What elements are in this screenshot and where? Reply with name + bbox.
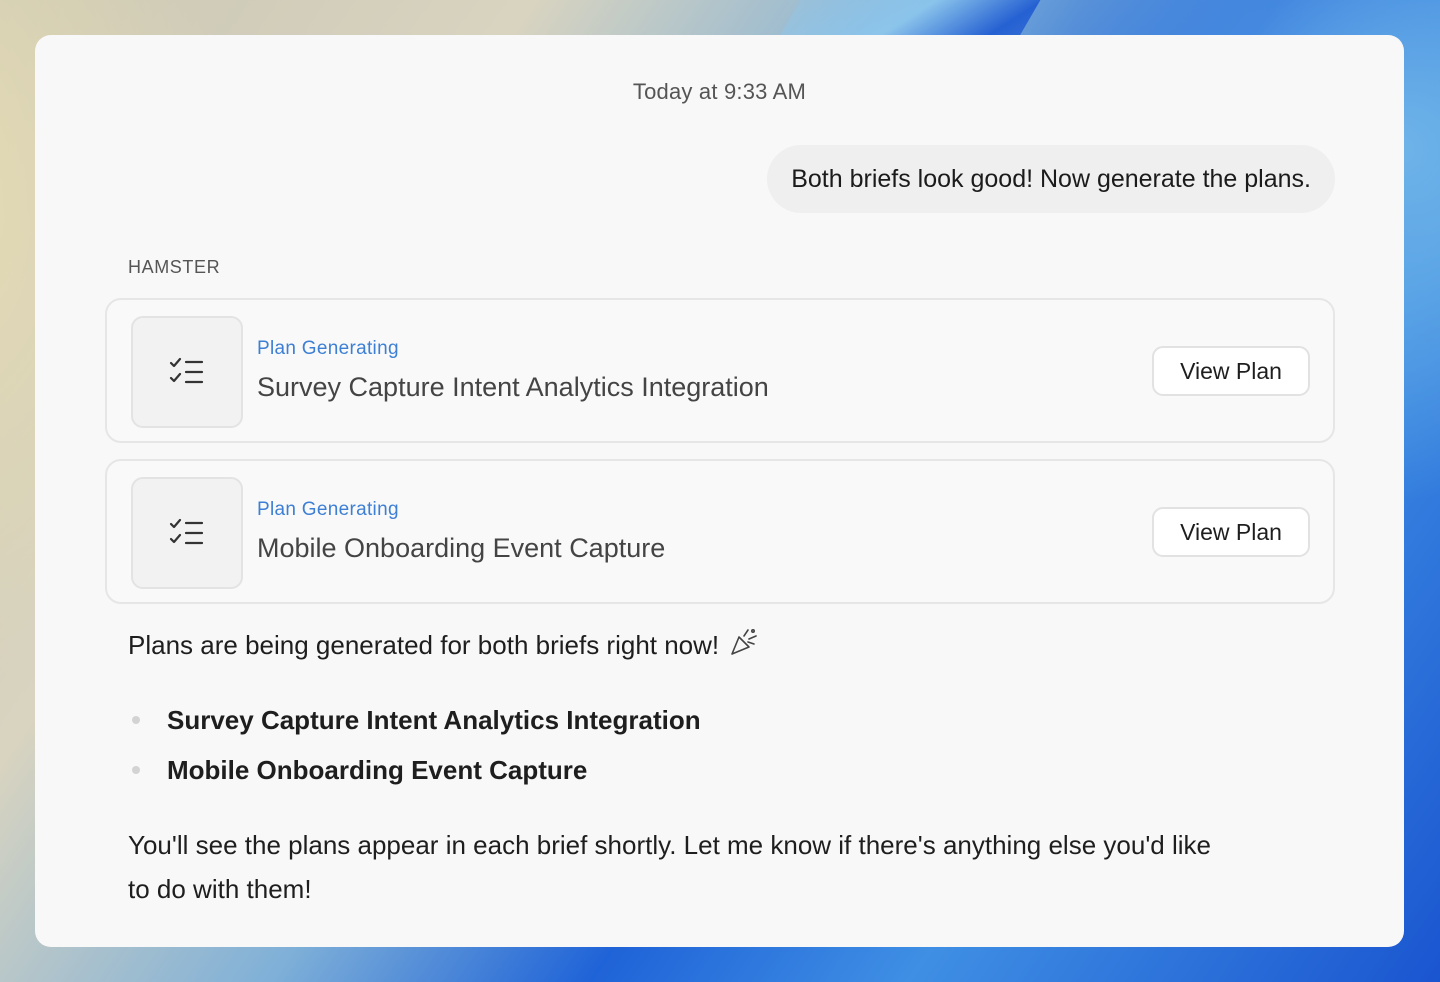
assistant-reply-intro: Plans are being generated for both brief…: [128, 627, 759, 664]
user-message-bubble: Both briefs look good! Now generate the …: [767, 145, 1335, 213]
list-item: Mobile Onboarding Event Capture: [128, 751, 701, 801]
reply-intro-text: Plans are being generated for both brief…: [128, 630, 720, 660]
plan-title: Mobile Onboarding Event Capture: [257, 533, 666, 563]
party-popper-icon: [729, 627, 759, 664]
chat-panel: Today at 9:33 AM Both briefs look good! …: [35, 35, 1404, 947]
message-timestamp: Today at 9:33 AM: [632, 79, 807, 104]
assistant-name-label: HAMSTER: [128, 257, 221, 277]
list-item: Survey Capture Intent Analytics Integrat…: [128, 701, 701, 751]
plan-status: Plan Generating: [257, 499, 399, 520]
checklist-icon: [131, 477, 243, 589]
plan-title: Survey Capture Intent Analytics Integrat…: [257, 372, 769, 402]
list-item-text: Survey Capture Intent Analytics Integrat…: [167, 705, 701, 735]
generated-plans-list: Survey Capture Intent Analytics Integrat…: [128, 701, 701, 801]
assistant-reply-closing: You'll see the plans appear in each brie…: [128, 830, 1211, 904]
view-plan-button[interactable]: View Plan: [1152, 507, 1310, 557]
list-item-text: Mobile Onboarding Event Capture: [167, 755, 588, 785]
checklist-icon: [131, 316, 243, 428]
view-plan-button[interactable]: View Plan: [1152, 346, 1310, 396]
plan-card: Plan Generating Survey Capture Intent An…: [105, 298, 1335, 443]
plan-status: Plan Generating: [257, 338, 399, 359]
plan-card: Plan Generating Mobile Onboarding Event …: [105, 459, 1335, 604]
